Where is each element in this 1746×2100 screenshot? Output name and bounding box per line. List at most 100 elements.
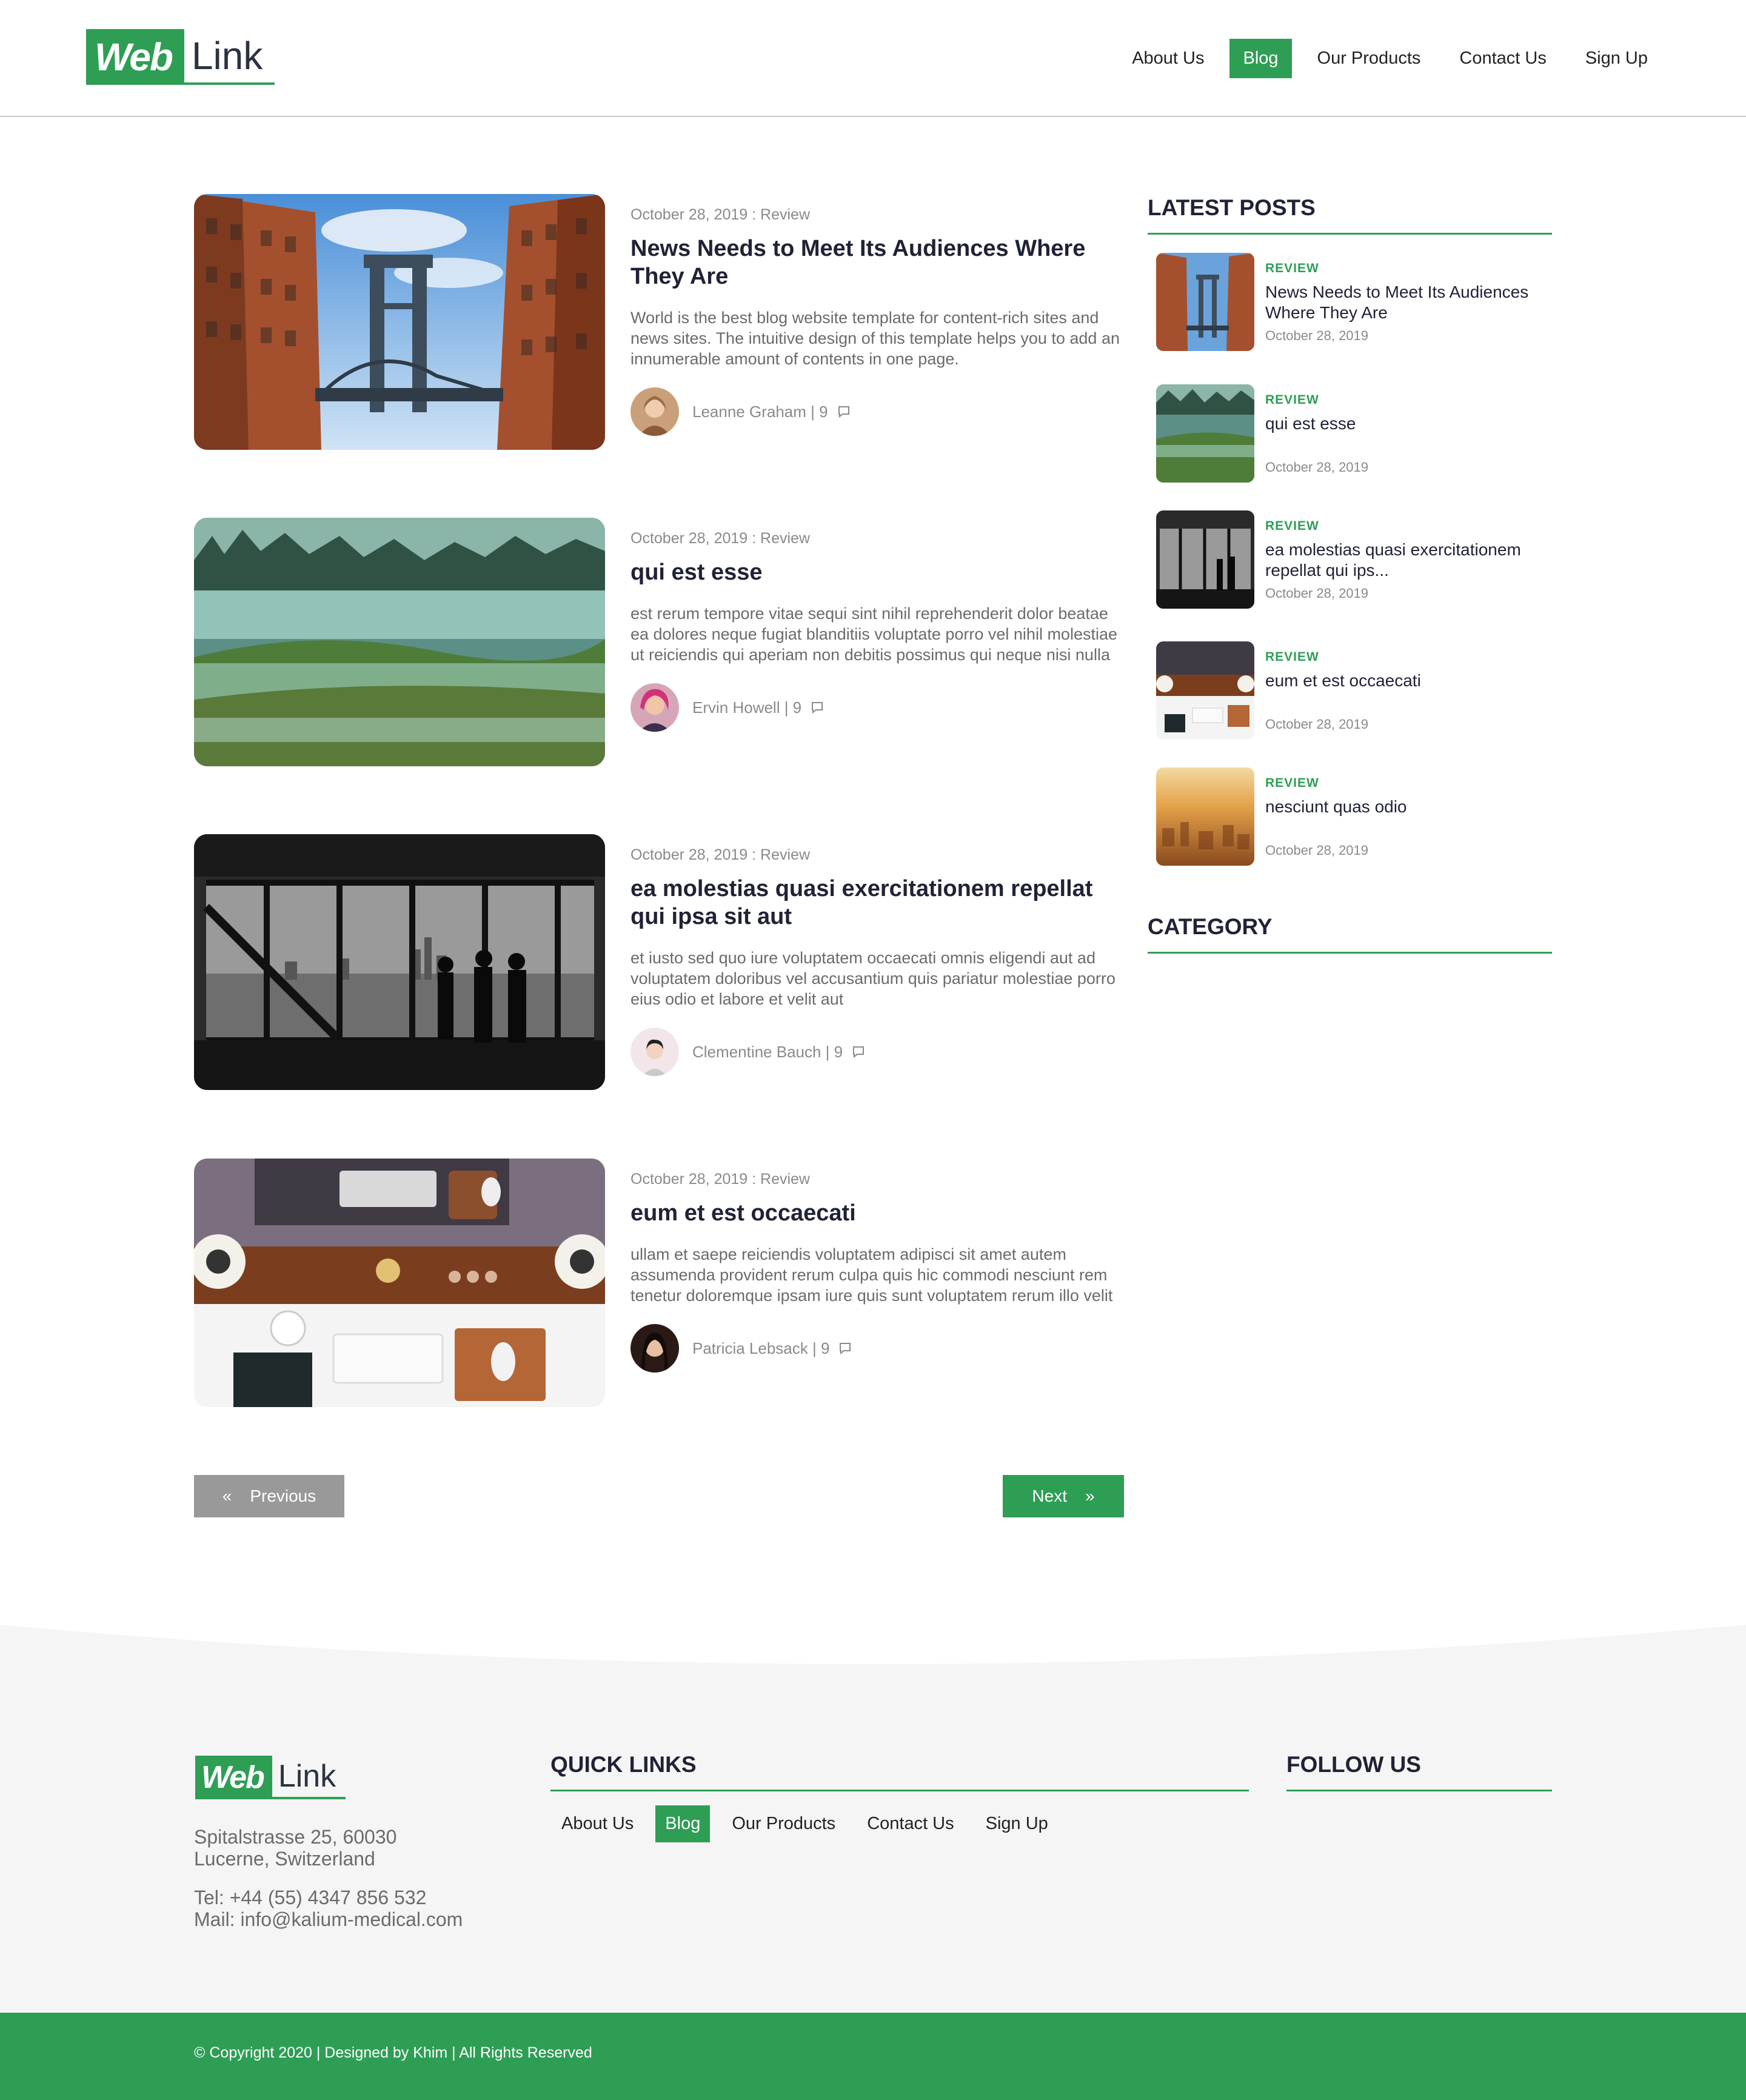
latest-post-date: October 28, 2019	[1265, 328, 1369, 343]
author-name: Ervin Howell | 9	[692, 698, 824, 717]
post-title[interactable]: eum et est occaecati	[630, 1199, 1125, 1227]
footer-link-contact-us[interactable]: Contact Us	[857, 1805, 963, 1842]
author-name: Clementine Bauch | 9	[692, 1043, 866, 1062]
latest-post-thumbnail	[1156, 384, 1254, 483]
double-chevron-left-icon: «	[222, 1486, 232, 1505]
nav-sign-up[interactable]: Sign Up	[1572, 39, 1661, 78]
post-meta: October 28, 2019 : Review	[630, 530, 810, 547]
latest-post-thumbnail	[1156, 510, 1254, 609]
post-image-bridge[interactable]	[194, 194, 605, 450]
address-line: Lucerne, Switzerland	[194, 1848, 375, 1870]
logo-mark: Web	[195, 1756, 272, 1799]
latest-post-date: October 28, 2019	[1265, 460, 1369, 475]
logo-text: Link	[272, 1756, 346, 1799]
latest-post-title[interactable]: ea molestias quasi exercitationem repell…	[1265, 540, 1550, 581]
comment-icon	[812, 702, 823, 714]
footer-link-sign-up[interactable]: Sign Up	[976, 1805, 1058, 1842]
post-card: October 28, 2019 : Review eum et est occ…	[194, 1159, 1125, 1407]
post-meta: October 28, 2019 : Review	[630, 206, 810, 223]
comment-icon	[838, 406, 849, 418]
author-name: Patricia Lebsack | 9	[692, 1339, 852, 1358]
latest-post-title[interactable]: nesciunt quas odio	[1265, 797, 1550, 817]
latest-post-item[interactable]: REVIEW qui est esse October 28, 2019	[1156, 384, 1550, 483]
logo-text: Link	[184, 29, 275, 85]
nav-our-products[interactable]: Our Products	[1304, 39, 1434, 78]
footer-curve	[0, 1613, 1746, 1664]
post-meta: October 28, 2019 : Review	[630, 1171, 810, 1188]
copyright-bar: © Copyright 2020 | Designed by Khim | Al…	[0, 2013, 1746, 2100]
next-button[interactable]: Next »	[1003, 1475, 1124, 1517]
double-chevron-right-icon: »	[1085, 1486, 1095, 1505]
latest-post-text: REVIEW nesciunt quas odio	[1265, 776, 1550, 817]
footer-logo[interactable]: Web Link	[195, 1756, 346, 1799]
post-image-office-window[interactable]	[194, 834, 605, 1090]
footer-address: Spitalstrasse 25, 60030 Lucerne, Switzer…	[194, 1826, 396, 1870]
author-label: Leanne Graham | 9	[692, 402, 828, 421]
latest-post-category: REVIEW	[1265, 519, 1319, 533]
post-author: Ervin Howell | 9	[630, 683, 1125, 732]
logo-mark: Web	[86, 29, 184, 85]
site-header: Web Link About Us Blog Our Products Cont…	[0, 0, 1746, 117]
copyright-text: © Copyright 2020 | Designed by Khim | Al…	[194, 2044, 592, 2061]
post-body: October 28, 2019 : Review ea molestias q…	[630, 846, 1125, 1076]
latest-post-date: October 28, 2019	[1265, 586, 1369, 601]
latest-post-category: REVIEW	[1265, 261, 1319, 275]
post-excerpt: et iusto sed quo iure voluptatem occaeca…	[630, 949, 1116, 1008]
latest-post-item[interactable]: REVIEW nesciunt quas odio October 28, 20…	[1156, 767, 1550, 866]
latest-post-text: REVIEW qui est esse	[1265, 393, 1550, 434]
latest-post-thumbnail	[1156, 767, 1254, 866]
footer-mail: Mail: info@kalium-medical.com	[194, 1908, 463, 1930]
latest-post-text: REVIEW News Needs to Meet Its Audiences …	[1265, 261, 1550, 323]
main-nav: About Us Blog Our Products Contact Us Si…	[1119, 39, 1661, 78]
latest-post-item[interactable]: REVIEW eum et est occaecati October 28, …	[1156, 641, 1550, 740]
post-author: Leanne Graham | 9	[630, 387, 1125, 436]
latest-post-item[interactable]: REVIEW ea molestias quasi exercitationem…	[1156, 510, 1550, 609]
post-title[interactable]: ea molestias quasi exercitationem repell…	[630, 875, 1125, 931]
latest-post-title[interactable]: eum et est occaecati	[1265, 670, 1550, 691]
footer-contact: Tel: +44 (55) 4347 856 532 Mail: info@ka…	[194, 1887, 463, 1930]
avatar	[630, 1028, 679, 1076]
post-meta: October 28, 2019 : Review	[630, 846, 810, 863]
latest-post-date: October 28, 2019	[1265, 717, 1369, 732]
latest-post-category: REVIEW	[1265, 776, 1319, 790]
post-author: Patricia Lebsack | 9	[630, 1324, 1125, 1373]
footer-quick-links: About Us Blog Our Products Contact Us Si…	[552, 1805, 1058, 1842]
footer-link-blog[interactable]: Blog	[655, 1805, 711, 1842]
latest-post-title[interactable]: qui est esse	[1265, 413, 1550, 434]
post-excerpt: World is the best blog website template …	[630, 309, 1120, 368]
author-label: Ervin Howell | 9	[692, 698, 802, 717]
footer-link-our-products[interactable]: Our Products	[722, 1805, 845, 1842]
author-name: Leanne Graham | 9	[692, 403, 851, 421]
post-title[interactable]: qui est esse	[630, 558, 1125, 586]
post-image-desk-workspace[interactable]	[194, 1159, 605, 1407]
nav-blog[interactable]: Blog	[1229, 39, 1292, 78]
latest-post-item[interactable]: REVIEW News Needs to Meet Its Audiences …	[1156, 253, 1550, 351]
previous-button[interactable]: « Previous	[194, 1475, 344, 1517]
latest-post-thumbnail	[1156, 641, 1254, 740]
post-card: October 28, 2019 : Review News Needs to …	[194, 194, 1125, 450]
latest-post-text: REVIEW ea molestias quasi exercitationem…	[1265, 519, 1550, 581]
post-title[interactable]: News Needs to Meet Its Audiences Where T…	[630, 235, 1125, 290]
post-excerpt: est rerum tempore vitae sequi sint nihil…	[630, 604, 1117, 664]
nav-about-us[interactable]: About Us	[1119, 39, 1217, 78]
latest-post-title[interactable]: News Needs to Meet Its Audiences Where T…	[1265, 282, 1550, 323]
previous-label: Previous	[250, 1486, 316, 1505]
next-label: Next	[1032, 1486, 1067, 1505]
comment-icon	[853, 1046, 865, 1058]
post-body: October 28, 2019 : Review eum et est occ…	[630, 1171, 1125, 1373]
post-body: October 28, 2019 : Review qui est esse e…	[630, 530, 1125, 732]
post-body: October 28, 2019 : Review News Needs to …	[630, 206, 1125, 436]
latest-post-text: REVIEW eum et est occaecati	[1265, 650, 1550, 691]
footer-link-about-us[interactable]: About Us	[552, 1805, 643, 1842]
follow-us-heading: FOLLOW US	[1286, 1752, 1552, 1791]
latest-post-thumbnail	[1156, 253, 1254, 351]
post-author: Clementine Bauch | 9	[630, 1028, 1125, 1076]
latest-posts-heading: LATEST POSTS	[1148, 195, 1552, 235]
nav-contact-us[interactable]: Contact Us	[1446, 39, 1559, 78]
latest-post-date: October 28, 2019	[1265, 843, 1369, 858]
site-logo[interactable]: Web Link	[86, 29, 275, 85]
post-image-foggy-landscape[interactable]	[194, 518, 605, 766]
latest-post-category: REVIEW	[1265, 393, 1319, 407]
author-label: Clementine Bauch | 9	[692, 1042, 843, 1061]
avatar	[630, 387, 679, 436]
